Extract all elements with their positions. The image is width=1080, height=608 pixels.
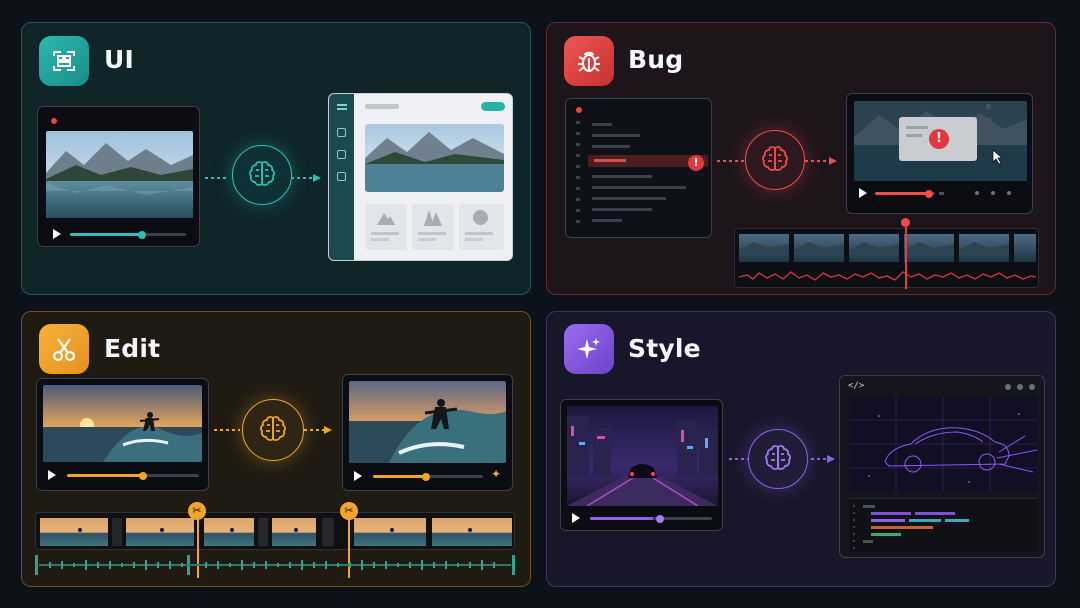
record-indicator: [51, 118, 57, 124]
ui-panel: UI: [21, 22, 531, 295]
lake-mountain-thumbnail: [46, 131, 193, 218]
edited-clip-player[interactable]: ✦: [342, 374, 513, 491]
ai-brain-icon: [745, 130, 805, 190]
scissors-icon[interactable]: ✂: [188, 502, 206, 520]
panel-title-ui: UI: [104, 45, 135, 74]
audio-waveform: [39, 560, 511, 570]
style-panel: Style </>: [546, 311, 1056, 587]
progress-knob[interactable]: [925, 189, 933, 198]
scissors-icon[interactable]: ✂: [340, 502, 358, 520]
action-pill-button[interactable]: [481, 102, 505, 111]
original-clip-player[interactable]: [36, 378, 209, 491]
error-alert-icon[interactable]: !: [688, 155, 704, 171]
scissors-icon: [39, 324, 89, 374]
card-forest[interactable]: [412, 204, 454, 250]
audio-waveform: [739, 271, 1036, 281]
app-sidebar: [329, 94, 354, 260]
line-numbers: [576, 121, 580, 225]
source-video-player[interactable]: [560, 399, 723, 531]
window-dot[interactable]: [1017, 384, 1023, 390]
surfer-closeup-thumbnail: [349, 381, 506, 463]
progress-track[interactable]: [67, 471, 199, 480]
play-icon[interactable]: [859, 188, 867, 198]
window-dot[interactable]: [1029, 384, 1035, 390]
code-snippet[interactable]: [849, 498, 1037, 552]
error-dialog[interactable]: !: [899, 117, 977, 161]
ai-brain-icon: [232, 145, 292, 205]
progress-track[interactable]: [590, 514, 712, 523]
buggy-video-player[interactable]: !: [846, 93, 1033, 214]
ai-brain-icon: [242, 399, 304, 461]
progress-track[interactable]: [373, 472, 483, 481]
frame-strip: [739, 234, 1036, 262]
neon-city-car-thumbnail: [567, 406, 718, 506]
generated-ui-window[interactable]: [328, 93, 513, 261]
panel-title-style: Style: [628, 334, 701, 363]
play-icon[interactable]: [48, 470, 56, 480]
playhead-handle[interactable]: [901, 218, 910, 227]
progress-track[interactable]: [70, 230, 186, 239]
playhead[interactable]: [905, 227, 907, 289]
play-icon[interactable]: [354, 471, 362, 481]
play-icon[interactable]: [572, 513, 580, 523]
sparkle-icon: [564, 324, 614, 374]
progress-knob[interactable]: [139, 471, 147, 480]
sparkle-icon[interactable]: ✦: [491, 467, 501, 481]
edit-panel: Edit ✦ ✂ ✂: [21, 311, 531, 587]
wireframe-car-render: [849, 396, 1037, 492]
window-dot: [576, 107, 582, 113]
style-editor-window[interactable]: </>: [839, 375, 1045, 558]
panel-title-edit: Edit: [104, 334, 161, 363]
settings-icon[interactable]: [337, 172, 346, 181]
bug-icon: [564, 36, 614, 86]
progress-knob[interactable]: [422, 472, 430, 481]
edit-timeline[interactable]: [35, 512, 515, 550]
clip-strip: [40, 518, 512, 546]
header-placeholder: [365, 104, 399, 109]
ai-brain-icon: [748, 429, 808, 489]
panel-title-bug: Bug: [628, 45, 684, 74]
window-dot[interactable]: [1005, 384, 1011, 390]
preview-image: [365, 124, 504, 192]
mouse-cursor-icon: [992, 149, 1004, 165]
progress-knob[interactable]: [138, 230, 146, 239]
code-tag-icon: </>: [848, 381, 865, 391]
library-icon[interactable]: [337, 150, 346, 159]
bug-panel: Bug ! !: [546, 22, 1056, 295]
audio-track[interactable]: [35, 555, 515, 575]
error-alert-icon: !: [929, 129, 949, 149]
layout-grid-icon: [39, 36, 89, 86]
card-circle[interactable]: [459, 204, 504, 250]
play-icon[interactable]: [53, 229, 61, 239]
home-icon[interactable]: [337, 128, 346, 137]
card-mountain[interactable]: [365, 204, 407, 250]
surfer-sunset-thumbnail: [43, 385, 202, 462]
progress-knob[interactable]: [656, 514, 664, 523]
bug-timeline[interactable]: [734, 218, 1039, 289]
progress-track[interactable]: [875, 189, 935, 198]
input-video-player[interactable]: [37, 106, 200, 247]
